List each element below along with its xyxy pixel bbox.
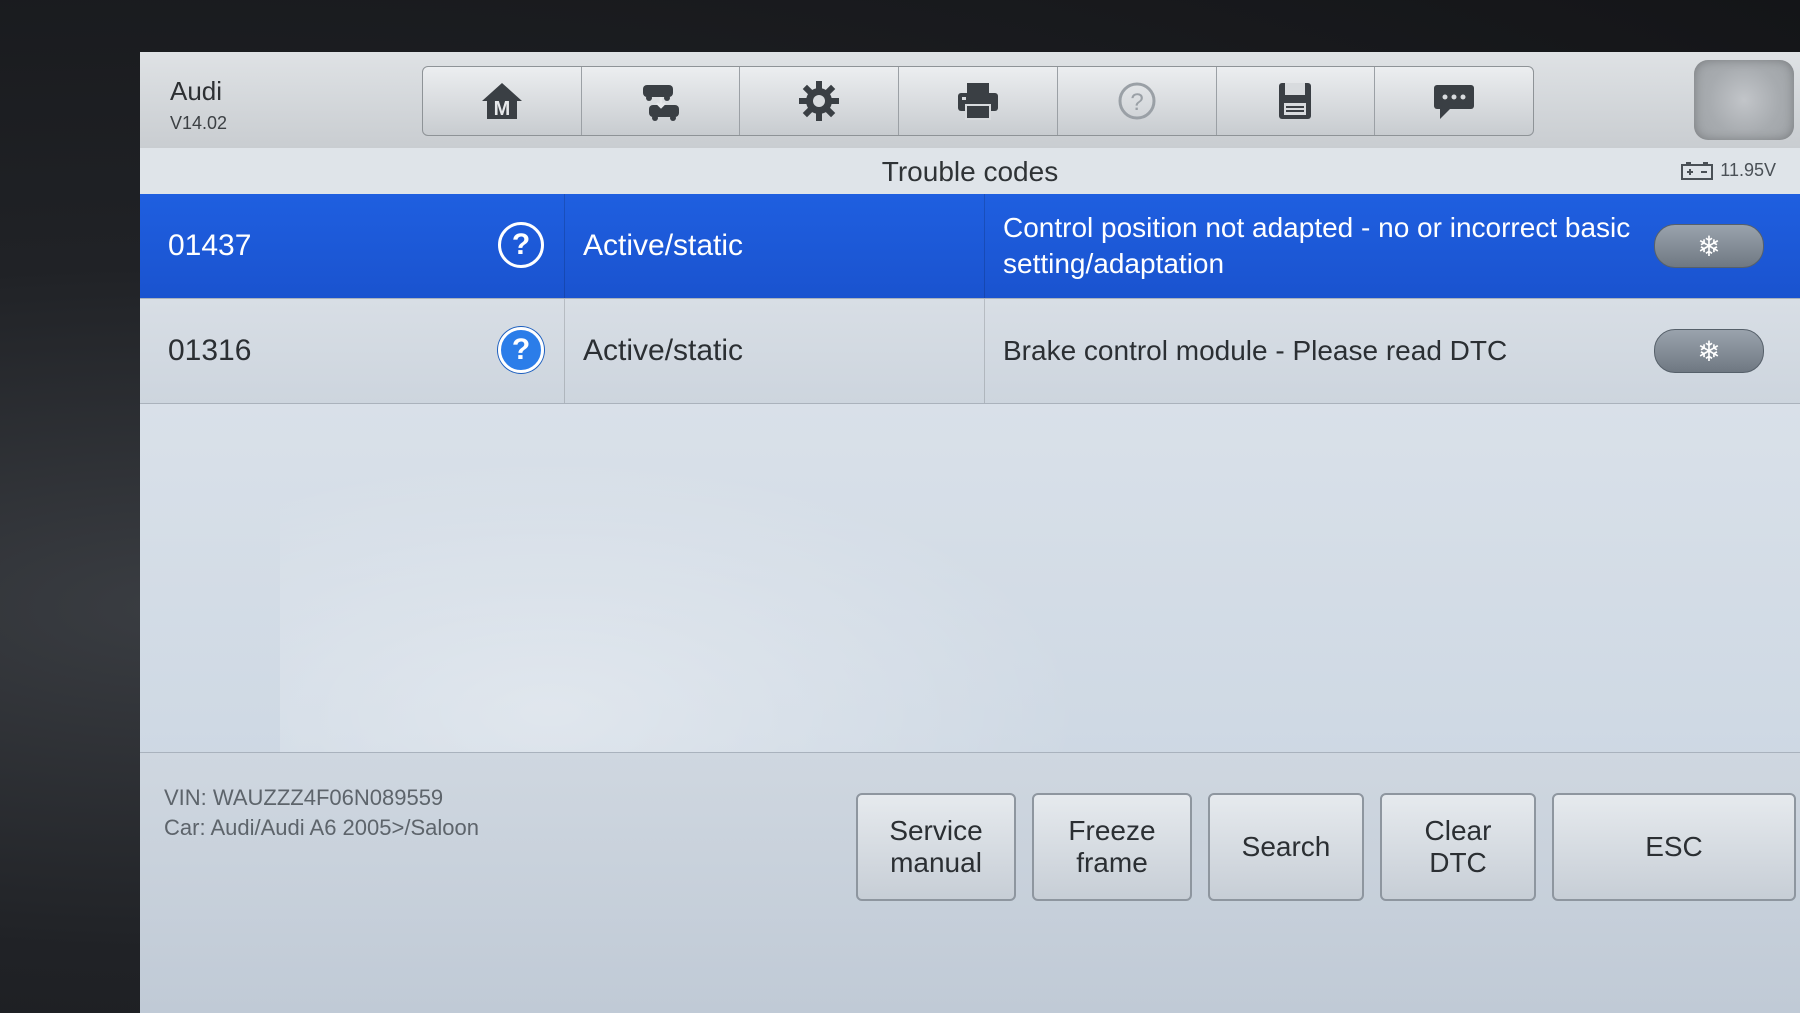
vin-line: VIN: WAUZZZ4F06N089559 — [164, 785, 444, 810]
save-disk-icon — [1279, 83, 1312, 119]
help-icon: ? — [1118, 82, 1156, 120]
printer-icon — [958, 83, 999, 120]
vehicle-swap-icon — [642, 85, 679, 121]
search-button[interactable]: Search — [1208, 793, 1364, 901]
title-bar: Trouble codes 11.95V — [140, 148, 1800, 195]
page-title: Trouble codes — [881, 156, 1059, 187]
snowflake-icon[interactable]: ❄ — [1654, 329, 1764, 373]
toolbar-buttons: M ? — [422, 66, 1534, 136]
status-cell: Active/static — [565, 194, 985, 298]
message-icon — [1434, 85, 1475, 119]
freeze-frame-button[interactable]: Freeze frame — [1032, 793, 1192, 901]
table-row[interactable]: 01316 ? Active/static Brake control modu… — [140, 299, 1800, 404]
battery-status: 11.95V — [1680, 160, 1776, 181]
clear-dtc-button[interactable]: Clear DTC — [1380, 793, 1536, 901]
car-line: Car: Audi/Audi A6 2005>/Saloon — [164, 815, 479, 840]
dtc-code: 01316 — [168, 334, 252, 367]
help-icon[interactable]: ? — [498, 327, 544, 373]
dtc-description: Control position not adapted - no or inc… — [1003, 212, 1631, 279]
trouble-code-table: 01437 ? Active/static Control position n… — [140, 194, 1800, 404]
screen: Audi V14.02 M ? Trouble codes 11.95V 014… — [140, 52, 1800, 1013]
dtc-status: Active/static — [583, 229, 744, 262]
home-m-icon: M — [481, 83, 522, 120]
description-cell: Control position not adapted - no or inc… — [985, 194, 1645, 298]
service-manual-button[interactable]: Service manual — [856, 793, 1016, 901]
code-cell: 01437 ? — [140, 194, 565, 298]
code-cell: 01316 ? — [140, 299, 565, 403]
gear-icon — [799, 81, 840, 121]
svg-text:?: ? — [1130, 89, 1143, 116]
print-button[interactable] — [899, 67, 1058, 135]
description-cell: Brake control module - Please read DTC — [985, 299, 1645, 403]
vehicle-info: VIN: WAUZZZ4F06N089559 Car: Audi/Audi A6… — [164, 783, 479, 843]
software-version: V14.02 — [170, 113, 228, 133]
esc-button[interactable]: ESC — [1552, 793, 1796, 901]
message-button[interactable] — [1375, 67, 1533, 135]
dtc-code: 01437 — [168, 229, 252, 262]
snowflake-icon[interactable]: ❄ — [1654, 224, 1764, 268]
vehicle-swap-button[interactable] — [582, 67, 741, 135]
vehicle-make: Audi — [170, 76, 223, 106]
home-button[interactable]: M — [423, 67, 582, 135]
help-button[interactable]: ? — [1058, 67, 1217, 135]
battery-icon — [1681, 161, 1714, 180]
save-button[interactable] — [1217, 67, 1376, 135]
battery-voltage: 11.95V — [1720, 160, 1776, 180]
top-toolbar: Audi V14.02 M ? — [140, 52, 1800, 149]
bottom-bar: VIN: WAUZZZ4F06N089559 Car: Audi/Audi A6… — [140, 752, 1800, 1013]
status-cell: Active/static — [565, 299, 985, 403]
help-icon[interactable]: ? — [498, 222, 544, 268]
dtc-description: Brake control module - Please read DTC — [1003, 335, 1508, 366]
brand-block: Audi V14.02 — [170, 76, 227, 134]
table-row[interactable]: 01437 ? Active/static Control position n… — [140, 194, 1800, 299]
round-hardware-button[interactable] — [1694, 60, 1794, 140]
svg-text:M: M — [494, 98, 511, 120]
dtc-status: Active/static — [583, 334, 744, 367]
settings-button[interactable] — [740, 67, 900, 135]
